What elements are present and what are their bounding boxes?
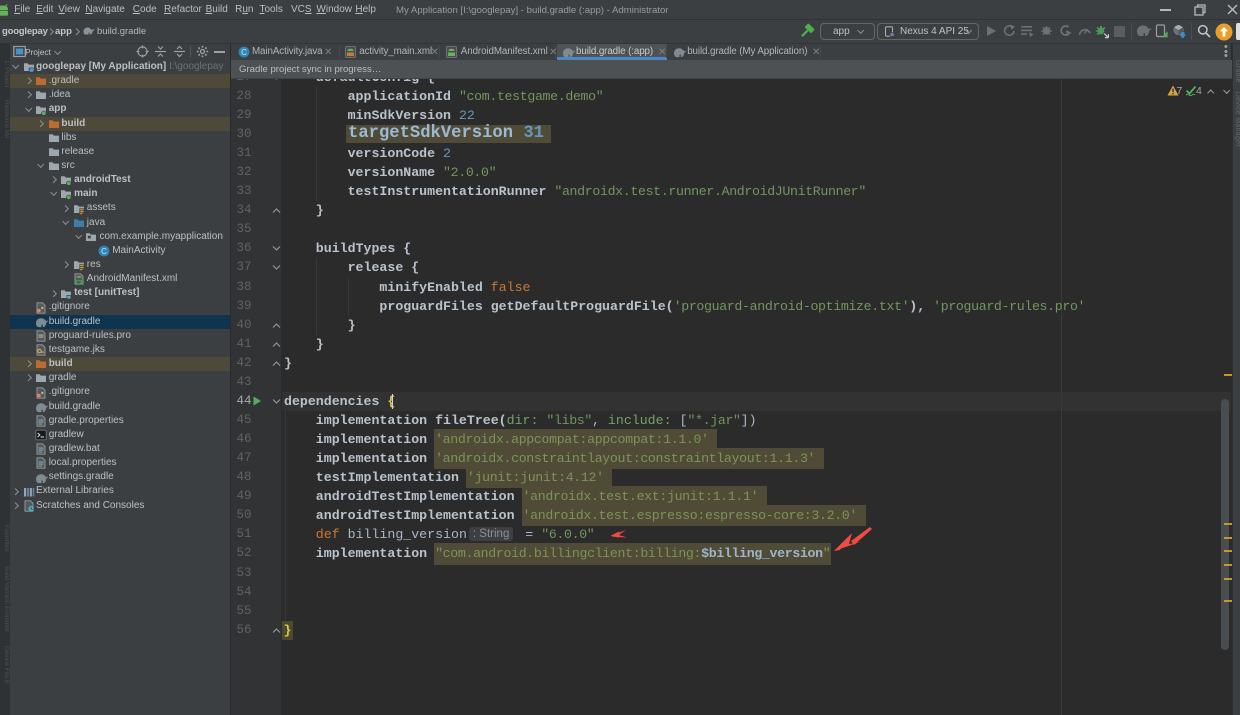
svg-text:C: C: [241, 48, 247, 57]
svg-text:C: C: [101, 247, 107, 256]
svg-text:HF: HF: [76, 281, 80, 285]
